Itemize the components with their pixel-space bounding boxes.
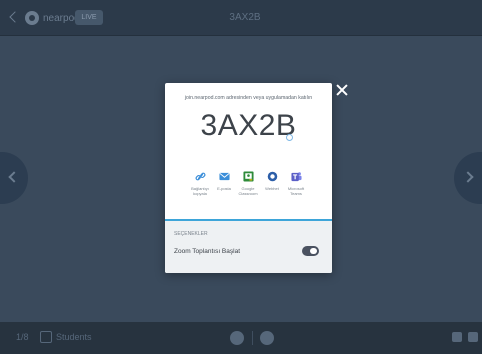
nearpod-logo-icon [25, 11, 39, 25]
students-menu[interactable]: Students [56, 332, 92, 342]
mode-badge[interactable]: LIVE [75, 10, 103, 25]
bottom-bar: 1/8 Students [0, 322, 482, 354]
nearpod-logo: nearpod [25, 9, 80, 27]
record-icon[interactable] [230, 331, 244, 345]
share-webhet[interactable]: Webhet [261, 171, 283, 191]
share-label: Bağlantıyı kopyala [191, 186, 209, 196]
options-panel: SEÇENEKLER Zoom Toplantısı Başlat [165, 221, 332, 273]
toggle-knob [310, 248, 317, 254]
share-label: Microsoft Teams [287, 186, 305, 196]
options-title: SEÇENEKLER [174, 231, 208, 237]
more-icon[interactable] [468, 332, 478, 342]
chevron-left-icon [8, 171, 20, 183]
students-icon[interactable] [40, 331, 52, 343]
share-label: E-posta [217, 186, 231, 191]
share-label: Webhet [265, 186, 279, 191]
slide-counter: 1/8 [16, 332, 29, 342]
presentation-screen: nearpod LIVE 3AX2B 1/8 Students join.nea… [0, 0, 482, 354]
share-label: Google Classroom [238, 186, 258, 196]
zoom-meeting-toggle[interactable] [302, 246, 319, 256]
top-join-code: 3AX2B [229, 12, 261, 23]
settings-icon[interactable] [260, 331, 274, 345]
previous-slide-button[interactable] [0, 152, 28, 204]
top-bar: nearpod LIVE 3AX2B [0, 0, 482, 36]
join-code-dialog: join.nearpod.com adresinden veya uygulam… [165, 83, 332, 273]
zoom-meeting-label: Zoom Toplantısı Başlat [174, 248, 240, 255]
join-code: 3AX2B [200, 109, 297, 142]
close-icon[interactable] [335, 83, 349, 97]
back-arrow-icon[interactable] [9, 11, 21, 23]
link-icon [195, 172, 205, 181]
google-classroom-icon [242, 171, 254, 182]
share-copy-link[interactable]: Bağlantıyı kopyala [189, 171, 211, 196]
bottom-divider [252, 331, 253, 345]
join-instructions: join.nearpod.com adresinden veya uygulam… [184, 95, 313, 101]
next-slide-button[interactable] [454, 152, 482, 204]
chevron-right-icon [462, 171, 474, 183]
share-options: Bağlantıyı kopyala E-posta Google Classr… [189, 171, 309, 211]
share-email[interactable]: E-posta [213, 171, 235, 191]
share-screen-icon[interactable] [452, 332, 462, 342]
webhet-icon [267, 171, 277, 182]
copy-code-icon[interactable] [286, 134, 293, 141]
teams-icon [290, 172, 302, 182]
share-microsoft-teams[interactable]: Microsoft Teams [285, 171, 307, 196]
share-google-classroom[interactable]: Google Classroom [237, 171, 259, 196]
envelope-icon [218, 172, 230, 181]
